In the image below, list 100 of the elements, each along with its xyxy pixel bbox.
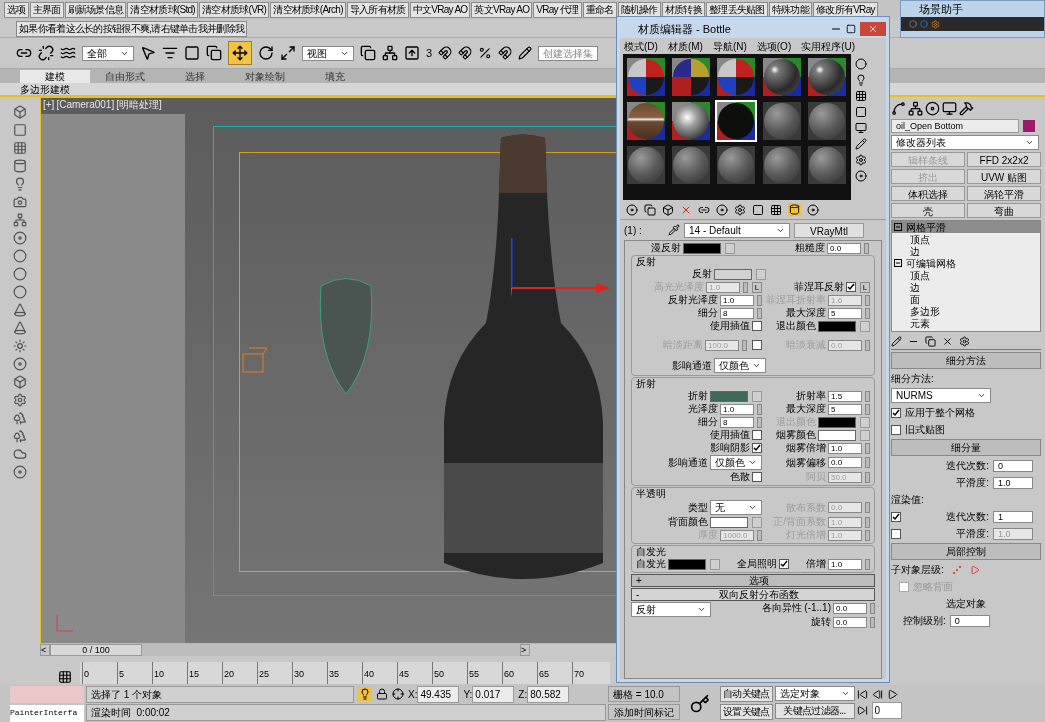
cylinder-icon[interactable] [13,159,27,173]
collapse-icon[interactable] [894,259,902,267]
material-sample-slot[interactable] [715,56,758,98]
modifier-stack-item[interactable]: 多边形 [892,305,1040,317]
spinner-snap-icon[interactable] [498,46,513,60]
modifier-stack-item[interactable]: 边 [892,281,1040,293]
color-swatch[interactable] [710,390,748,402]
checkbox[interactable] [752,443,762,453]
modifier-list-dropdown[interactable]: 修改器列表 [891,135,1039,150]
material-type-button[interactable]: VRayMtl [794,222,864,238]
modifier-button[interactable]: 涡轮平滑 [967,186,1041,201]
material-sample-slot[interactable] [670,56,713,98]
modifier-stack-item[interactable]: 边 [892,245,1040,257]
menu-item[interactable]: 模式(D) [624,38,658,54]
selection-filter-dropdown[interactable]: 全部 [82,45,134,61]
circle-icon[interactable] [13,285,27,299]
square-icon[interactable] [13,123,27,137]
scale-icon[interactable] [280,45,296,61]
remove-modifier-icon[interactable] [942,336,953,347]
script-button[interactable]: 重命名 [582,2,617,18]
material-sample-slot[interactable] [760,144,803,186]
box-icon[interactable] [13,375,27,389]
number-field[interactable]: 5 [828,403,862,415]
key-mode-dropdown[interactable]: 选定对象 [774,686,855,701]
viewport-label[interactable]: [+] [43,99,55,111]
checkbox[interactable] [891,528,901,539]
ribbon-tab[interactable]: 对象绘制 [230,70,300,83]
circle-icon[interactable] [13,267,27,281]
circle-icon[interactable] [13,249,27,263]
angle-snap-icon[interactable] [458,46,473,60]
checkbox[interactable] [899,581,909,592]
modifier-stack-item[interactable]: 顶点 [892,233,1040,245]
number-field[interactable]: 0.0 [833,602,867,614]
script-button[interactable]: 中文VRay AO [409,2,471,18]
script-button[interactable]: 选项 [4,2,29,18]
number-field[interactable]: 0 [993,459,1033,472]
material-sample-slot[interactable] [670,100,713,142]
current-frame-field[interactable]: 0 [871,702,902,719]
notice-button[interactable]: 如果你看着这么长的按钮很不爽,请右键单击我并删除我 [16,20,248,37]
number-field[interactable]: 1.0 [828,558,862,570]
display-tab-icon[interactable] [942,100,957,116]
ribbon-tab[interactable]: 自由形式 [90,70,160,83]
number-field[interactable]: 5 [828,307,862,319]
script-button[interactable]: 主界面 [29,2,64,18]
timeline-ruler[interactable]: 0 5 10 15 20 25 30 35 40 45 50 55 60 65 70 [80,662,610,684]
modifier-stack-item[interactable]: 可编辑网格 [892,257,1040,269]
disc-icon[interactable] [13,231,27,245]
number-field[interactable]: 1.5 [828,390,862,402]
script-button[interactable]: 清空材质球(VR) [199,2,270,18]
time-slider-thumb[interactable]: 0 / 100 [50,644,142,656]
modifier-button[interactable]: 壳 [891,203,965,218]
number-field[interactable]: 0.0 [828,457,862,468]
modifier-stack-item[interactable]: 顶点 [892,269,1040,281]
number-field[interactable]: 1 [993,510,1033,523]
checkbox[interactable] [752,430,762,440]
material-sample-slot[interactable] [760,100,803,142]
sun-icon[interactable] [13,339,27,353]
snap-icon[interactable] [438,46,453,60]
auto-key-button[interactable]: 自动关键点 [720,686,773,702]
waves-icon[interactable] [60,45,76,61]
go-to-start-icon[interactable] [856,689,868,700]
color-swatch[interactable] [818,320,856,332]
rollout-header[interactable]: 细分方法 [891,352,1041,369]
modifier-button[interactable]: FFD 2x2x2 [967,152,1041,167]
script-button[interactable]: 导入所有材质 [346,2,409,18]
modifier-stack-item[interactable]: 面 [892,293,1040,305]
align-icon[interactable] [404,45,420,61]
color-swatch[interactable] [668,558,706,570]
color-swatch[interactable] [683,242,721,254]
motion-tab-icon[interactable] [925,100,940,116]
close-icon[interactable] [868,24,878,34]
color-swatch[interactable] [714,268,752,280]
percent-snap-icon[interactable] [478,46,493,60]
hierarchy-tab-icon[interactable] [908,100,923,116]
dropdown[interactable]: 仅颜色 [710,455,762,470]
dropdown[interactable]: 仅颜色 [714,358,766,373]
close-button[interactable] [860,22,886,36]
lock-icon[interactable] [376,688,388,700]
script-button[interactable]: 英文VRay AO [471,2,533,18]
material-sample-slot[interactable] [670,144,713,186]
checkbox[interactable] [779,559,789,569]
rollout-header[interactable]: 细分量 [891,439,1041,456]
play-icon[interactable] [886,689,898,700]
menu-item[interactable]: 实用程序(U) [801,38,856,54]
box-icon[interactable] [13,105,27,119]
object-color-swatch[interactable] [1023,120,1035,132]
coordinate-system-dropdown[interactable]: 视图 [302,45,354,61]
color-swatch[interactable] [818,429,856,441]
modifier-button[interactable]: 体积选择 [891,186,965,201]
settings-icon[interactable] [931,19,940,29]
tree-icon[interactable] [13,429,27,443]
number-field[interactable]: 1.0 [720,403,754,415]
previous-frame-icon[interactable] [871,689,883,700]
time-slider-prev[interactable]: < [40,644,50,656]
assign-to-selection-icon[interactable] [662,203,674,216]
cone-icon[interactable] [13,321,27,335]
number-field[interactable]: 8 [720,307,754,319]
number-field[interactable]: 0 [949,614,990,627]
number-field[interactable]: 0.0 [833,616,867,628]
key-icon[interactable] [690,694,710,714]
